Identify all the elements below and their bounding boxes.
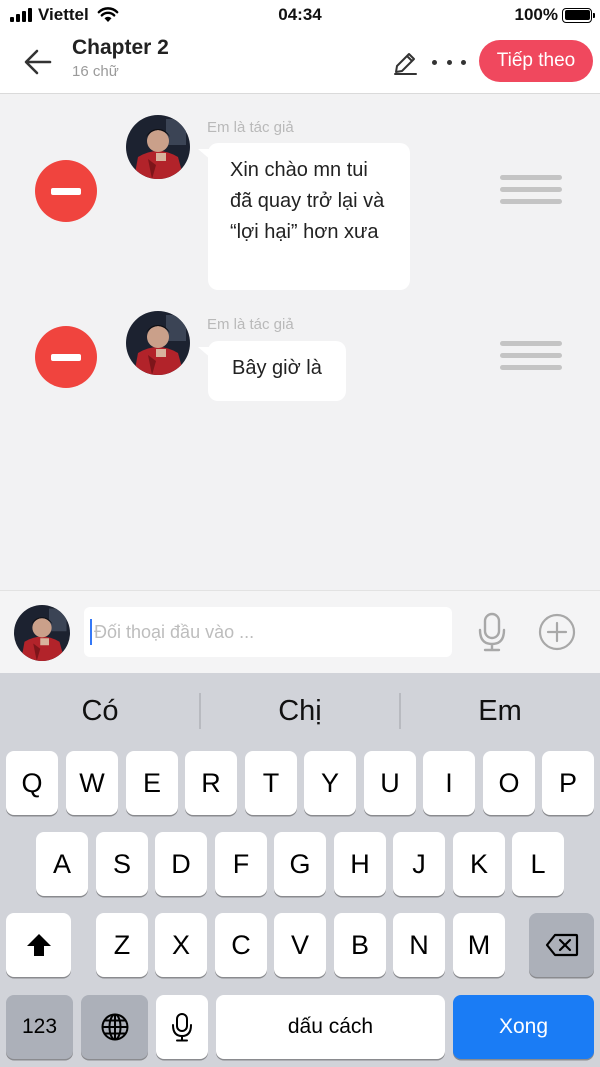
clock: 04:34 — [278, 5, 322, 24]
numbers-key[interactable]: 123 — [6, 995, 73, 1059]
avatar[interactable] — [14, 605, 70, 661]
suggestion-item[interactable]: Chị — [200, 691, 400, 731]
key-m[interactable]: M — [453, 913, 505, 977]
edit-button[interactable] — [390, 48, 420, 78]
remove-message-button[interactable] — [35, 160, 97, 222]
microphone-icon — [478, 612, 506, 652]
title-block: Chapter 2 16 chữ — [72, 36, 169, 80]
key-w[interactable]: W — [66, 751, 118, 815]
backspace-icon — [545, 933, 578, 957]
key-r[interactable]: R — [185, 751, 237, 815]
minus-icon — [51, 353, 81, 361]
key-s[interactable]: S — [96, 832, 148, 896]
key-d[interactable]: D — [155, 832, 207, 896]
avatar[interactable] — [126, 311, 190, 375]
message-author: Em là tác giả — [207, 316, 294, 333]
text-caret — [90, 619, 92, 645]
shift-icon — [26, 934, 51, 956]
back-button[interactable] — [18, 44, 58, 80]
key-l[interactable]: L — [512, 832, 564, 896]
remove-message-button[interactable] — [35, 326, 97, 388]
key-u[interactable]: U — [364, 751, 416, 815]
key-j[interactable]: J — [393, 832, 445, 896]
dictation-key[interactable] — [156, 995, 208, 1059]
battery-percent: 100% — [514, 5, 558, 24]
status-bar: Viettel 04:34 100% — [0, 0, 600, 30]
shift-key[interactable] — [6, 913, 71, 977]
key-h[interactable]: H — [334, 832, 386, 896]
back-arrow-icon — [24, 49, 52, 75]
word-count: 16 chữ — [72, 63, 119, 80]
key-z[interactable]: Z — [96, 913, 148, 977]
voice-input-button[interactable] — [474, 612, 510, 652]
battery-status: 100% — [514, 5, 595, 25]
suggestion-bar: Có Chị Em — [0, 673, 600, 745]
backspace-key[interactable] — [529, 913, 594, 977]
drag-handle-icon[interactable] — [500, 341, 562, 370]
key-o[interactable]: O — [483, 751, 535, 815]
message-text: Xin chào mn tui đã quay trở lại và “lợi … — [230, 159, 385, 243]
key-f[interactable]: F — [215, 832, 267, 896]
plus-circle-icon — [538, 613, 576, 651]
next-button[interactable]: Tiếp theo — [479, 40, 593, 82]
message-bubble[interactable]: Bây giờ là — [198, 341, 346, 401]
key-i[interactable]: I — [423, 751, 475, 815]
key-v[interactable]: V — [274, 913, 326, 977]
key-k[interactable]: K — [453, 832, 505, 896]
message-text: Bây giờ là — [232, 357, 322, 379]
key-y[interactable]: Y — [304, 751, 356, 815]
key-g[interactable]: G — [274, 832, 326, 896]
top-bar: Chapter 2 16 chữ Tiếp theo — [0, 30, 600, 94]
key-c[interactable]: C — [215, 913, 267, 977]
globe-icon — [101, 1013, 128, 1041]
drag-handle-icon[interactable] — [500, 175, 562, 204]
key-a[interactable]: A — [36, 832, 88, 896]
more-icon — [432, 59, 437, 65]
keyboard: Có Chị Em Q W E R T Y U I O P A S D F G … — [0, 673, 600, 1067]
page-title: Chapter 2 — [72, 36, 169, 59]
key-e[interactable]: E — [126, 751, 178, 815]
suggestion-item[interactable]: Có — [0, 691, 200, 731]
key-x[interactable]: X — [155, 913, 207, 977]
key-q[interactable]: Q — [6, 751, 58, 815]
space-key[interactable]: dấu cách — [216, 995, 445, 1059]
chat-area: Em là tác giả Xin chào mn tui đã quay tr… — [0, 95, 600, 590]
more-button[interactable] — [432, 52, 466, 72]
dialogue-input[interactable] — [84, 607, 452, 657]
input-bar — [0, 590, 600, 673]
avatar[interactable] — [126, 115, 190, 179]
pencil-icon — [394, 53, 417, 75]
key-p[interactable]: P — [542, 751, 594, 815]
suggestion-item[interactable]: Em — [400, 691, 600, 731]
add-button[interactable] — [538, 613, 576, 651]
done-key[interactable]: Xong — [453, 995, 594, 1059]
key-b[interactable]: B — [334, 913, 386, 977]
battery-icon — [562, 7, 595, 23]
key-n[interactable]: N — [393, 913, 445, 977]
microphone-icon — [172, 1013, 192, 1042]
globe-key[interactable] — [81, 995, 148, 1059]
key-t[interactable]: T — [245, 751, 297, 815]
minus-icon — [51, 187, 81, 195]
message-author: Em là tác giả — [207, 119, 294, 136]
message-bubble[interactable]: Xin chào mn tui đã quay trở lại và “lợi … — [198, 143, 410, 290]
